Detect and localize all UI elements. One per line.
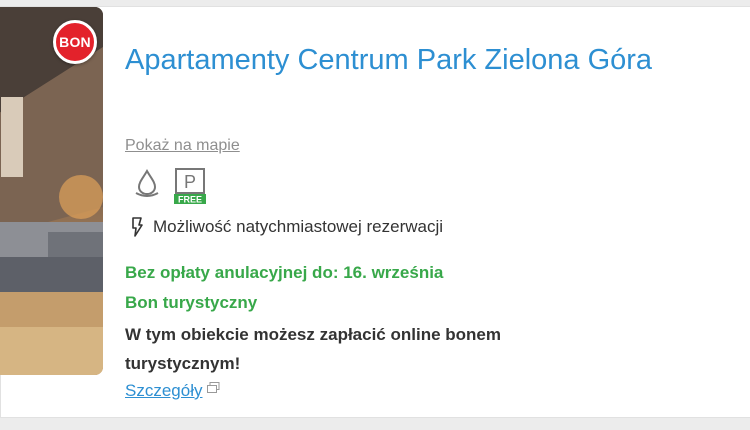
instant-booking-text: Możliwość natychmiastowej rezerwacji [153, 217, 444, 236]
bon-badge: BON [53, 20, 97, 64]
show-on-map-link[interactable]: Pokaż na mapie [125, 137, 240, 155]
instant-booking: Możliwość natychmiastowej rezerwacji [129, 217, 443, 237]
external-window-icon [207, 382, 220, 393]
hotel-title[interactable]: Apartamenty Centrum Park Zielona Góra [125, 37, 685, 84]
bon-badge-label: BON [59, 34, 91, 50]
lightning-bolt-icon [132, 217, 143, 237]
details-link[interactable]: Szczegóły [125, 381, 220, 401]
bon-turystyczny-label: Bon turystyczny [125, 293, 258, 312]
parking-label: P [184, 172, 196, 192]
parking-free-tag: FREE [178, 195, 202, 205]
water-drop-icon [131, 167, 163, 204]
room-illustration [0, 7, 103, 375]
hotel-photo[interactable] [0, 7, 103, 375]
details-link-label[interactable]: Szczegóły [125, 381, 202, 401]
bon-description: W tym obiekcie możesz zapłacić online bo… [125, 325, 501, 373]
listing-card: BON Apartamenty Centrum Park Zielona Gór… [0, 6, 750, 418]
free-parking-icon: P FREE [173, 167, 207, 210]
free-cancellation-text: Bez opłaty anulacyjnej do: 16. września [125, 263, 444, 282]
